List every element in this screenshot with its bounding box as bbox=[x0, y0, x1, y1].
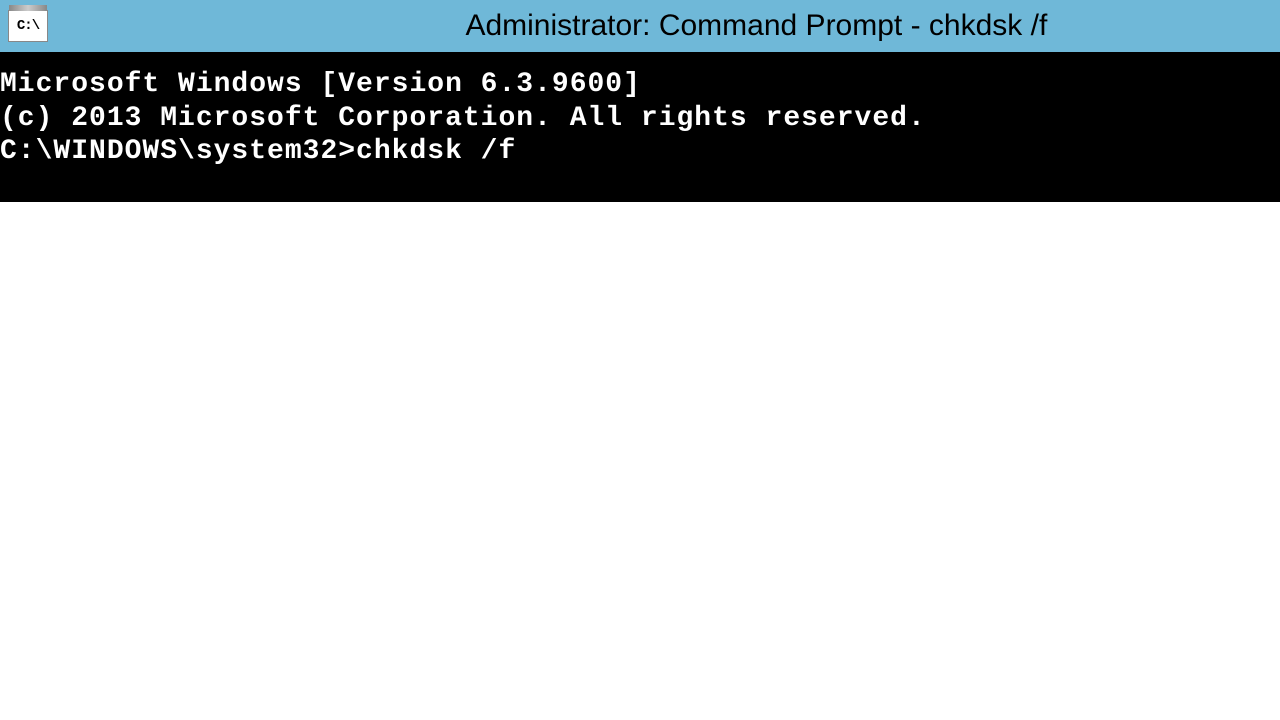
terminal-prompt-line: C:\WINDOWS\system32>chkdsk /f bbox=[0, 135, 1280, 169]
cmd-icon-label: C:\ bbox=[17, 18, 39, 34]
system-menu-icon[interactable]: C:\ bbox=[8, 10, 48, 42]
window-title: Administrator: Command Prompt - chkdsk /… bbox=[465, 9, 1047, 43]
terminal-output[interactable]: Microsoft Windows [Version 6.3.9600] (c)… bbox=[0, 52, 1280, 202]
terminal-line: (c) 2013 Microsoft Corporation. All righ… bbox=[0, 102, 1280, 136]
window-titlebar[interactable]: C:\ Administrator: Command Prompt - chkd… bbox=[0, 0, 1280, 52]
terminal-line: Microsoft Windows [Version 6.3.9600] bbox=[0, 68, 1280, 102]
